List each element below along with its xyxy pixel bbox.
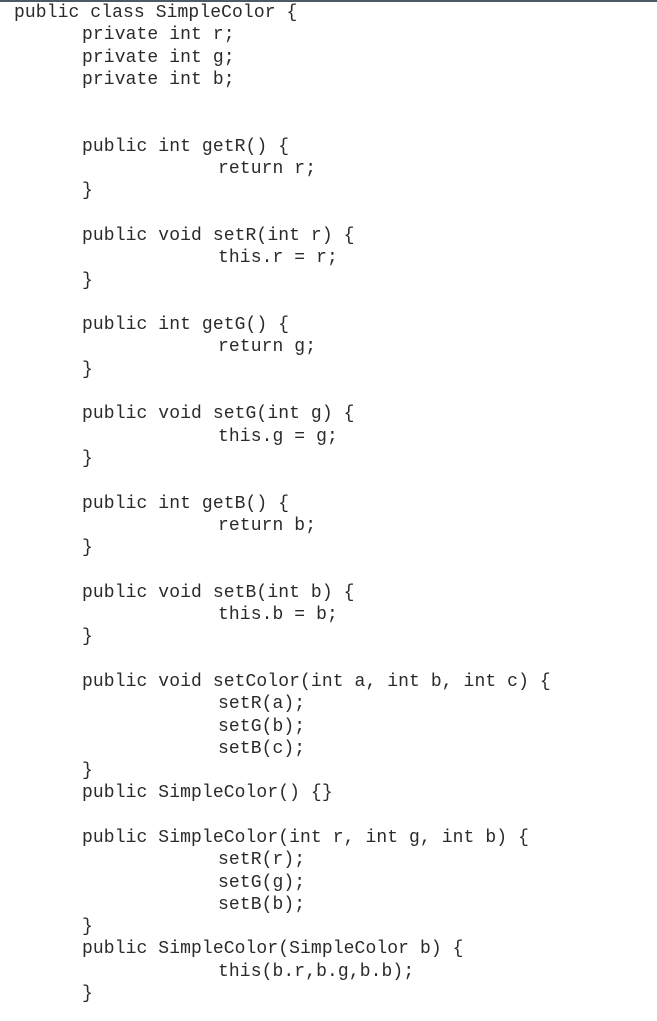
code-line-text: public void setR(int r) { bbox=[82, 225, 355, 246]
code-line-text: } bbox=[82, 359, 93, 380]
code-line-text: return b; bbox=[218, 515, 317, 536]
code-line-text: } bbox=[82, 448, 93, 469]
code-line-text: } bbox=[82, 538, 93, 559]
code-line-text: private int r; bbox=[82, 25, 235, 46]
code-line-text: public SimpleColor(SimpleColor b) { bbox=[82, 939, 464, 960]
code-line-text: public void setG(int g) { bbox=[82, 404, 355, 425]
code-line-text: } bbox=[82, 917, 93, 938]
code-line-text: public void setColor(int a, int b, int c… bbox=[82, 671, 551, 692]
code-line-text: setG(g); bbox=[218, 872, 306, 893]
code-line-text: this(b.r,b.g,b.b); bbox=[218, 961, 415, 982]
code-line-text: public SimpleColor(int r, int g, int b) … bbox=[82, 827, 529, 848]
code-line-text: public void setB(int b) { bbox=[82, 582, 355, 603]
code-frame: public class SimpleColor {private int r;… bbox=[0, 0, 657, 1021]
code-line-text: } bbox=[82, 270, 93, 291]
code-line-text: public class SimpleColor { bbox=[14, 3, 298, 23]
code-line-text: setR(a); bbox=[218, 694, 306, 715]
code-line-text: setB(c); bbox=[218, 738, 306, 759]
code-line-text: this.g = g; bbox=[218, 426, 338, 447]
code-line-text: } bbox=[82, 761, 93, 782]
code-line-text: return r; bbox=[218, 159, 317, 180]
code-line-text: public int getB() { bbox=[82, 493, 290, 514]
code-line-text: } bbox=[82, 984, 93, 1005]
code-line-text: setR(r); bbox=[218, 850, 306, 871]
code-line-text: private int b; bbox=[82, 69, 235, 90]
code-line-text: public int getR() { bbox=[82, 136, 290, 157]
code-line-text: } bbox=[82, 627, 93, 648]
code-line-text: setG(b); bbox=[218, 716, 306, 737]
code-line-text: private int g; bbox=[82, 47, 235, 68]
code-line-text: public int getG() { bbox=[82, 315, 290, 336]
code-line-text: return g; bbox=[218, 337, 317, 358]
code-line-text: public SimpleColor() {} bbox=[82, 783, 333, 804]
code-line-text: setB(b); bbox=[218, 894, 306, 915]
code-line-text: this.r = r; bbox=[218, 248, 338, 269]
code-line-text: } bbox=[82, 181, 93, 202]
code-line-text: this.b = b; bbox=[218, 605, 338, 626]
